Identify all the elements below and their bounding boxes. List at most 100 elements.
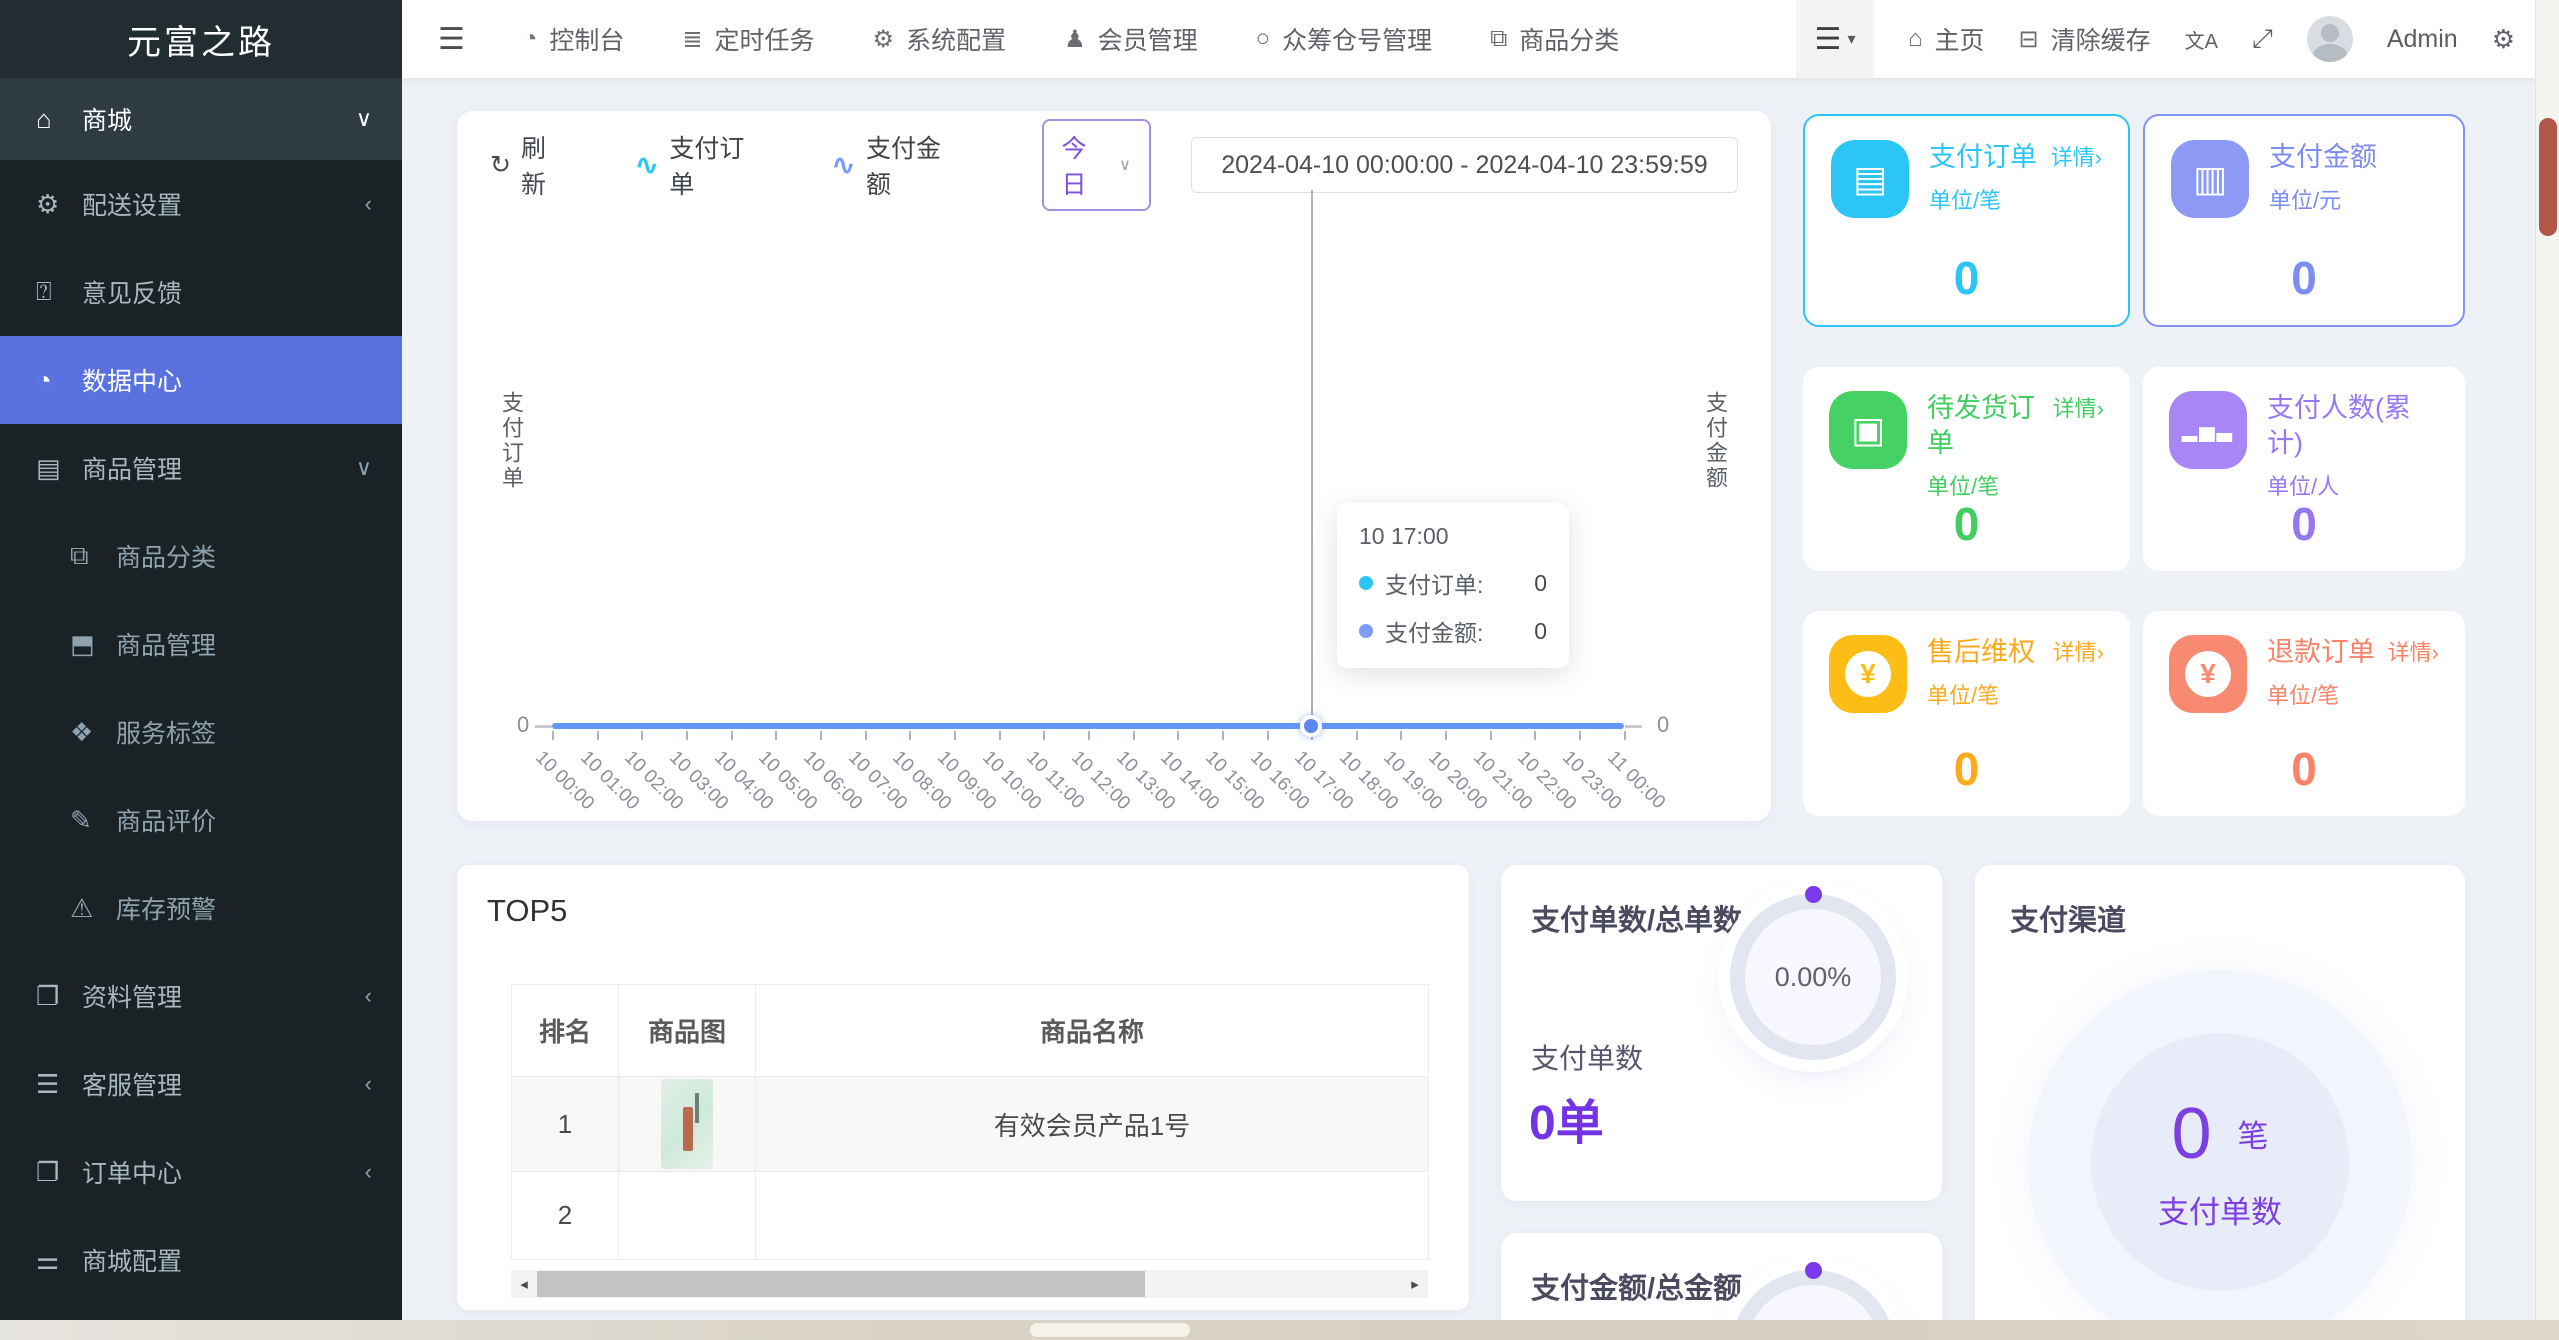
sidebar: 元富之路 ⌂ 商城 ∨ ⚙ 配送设置 ‹ ⍰ 意见反馈 ◔ 数据中心 ▤ 商品管… (0, 0, 402, 1320)
home-icon: ⌂ (1908, 25, 1923, 52)
sidebar-item-icon: ⧉ (70, 540, 89, 570)
user-name[interactable]: Admin (2387, 25, 2458, 54)
date-range-input[interactable]: 2024-04-10 00:00:00 - 2024-04-10 23:59:5… (1190, 137, 1739, 193)
settings-gear-icon[interactable]: ⚙ (2492, 24, 2515, 55)
product-image (661, 1079, 713, 1169)
sidebar-item[interactable]: ☰ 客服管理 ‹ (0, 1040, 402, 1128)
navbar-menu-item[interactable]: ♟ 会员管理 (1064, 21, 1198, 57)
navbar-menu-item[interactable]: ≣ 定时任务 (682, 21, 814, 57)
y-axis-zero-left: 0 (517, 712, 530, 737)
clear-cache-button[interactable]: ⊟ 清除缓存 (2019, 21, 2151, 57)
sidebar-item[interactable]: ⚠ 库存预警 (0, 864, 402, 952)
package-box-icon: ▣ (1829, 391, 1907, 469)
gauge-dot (1805, 886, 1822, 903)
stat-value: 0 (2291, 252, 2317, 304)
refresh-button[interactable]: ↻ 刷新 (490, 129, 568, 201)
menu-item-label: 会员管理 (1097, 27, 1198, 55)
sidebar-item-icon: ⚙ (36, 188, 60, 219)
channel-label: 支付单数 (2158, 1194, 2282, 1230)
sidebar-item[interactable]: ❖ 服务标签 (0, 688, 402, 776)
sidebar-item-icon: ☰ (36, 1068, 60, 1099)
gauge-ring: 0.00% (1723, 886, 1903, 1067)
bar-chart-icon: ▂▅▃ (2169, 391, 2247, 469)
menu-dropdown-button[interactable]: ☰ ▾ (1796, 0, 1875, 78)
sidebar-item[interactable]: ❐ 订单中心 ‹ (0, 1128, 402, 1216)
stat-cards: ▤ 支付订单 详情› 单位/笔 0 ▥ 支付金额 单位/元 0 ▣ 待发货订单 (1803, 114, 2465, 816)
scroll-left-arrow-icon[interactable]: ◂ (511, 1275, 537, 1293)
sidebar-item[interactable]: ▤ 商品管理 ∨ (0, 424, 402, 512)
scroll-right-arrow-icon[interactable]: ▸ (1402, 1275, 1428, 1293)
home-button[interactable]: ⌂ 主页 (1908, 21, 1985, 57)
sidebar-item[interactable]: ⧉ 商品分类 (0, 512, 402, 600)
tooltip-row: 支付订单: 0 (1359, 566, 1547, 600)
horizontal-scrollbar-thumb[interactable] (1030, 1323, 1190, 1337)
wave-icon: ∿ (830, 148, 857, 182)
navbar-menu-item[interactable]: ⚙ 系统配置 (873, 21, 1007, 57)
chart-header: ↻ 刷新 ∿ 支付订单 ∿ 支付金额 今日 ∨ 2024-04-10 00:00… (490, 119, 1739, 211)
navbar-menu-item[interactable]: ◔ 控制台 (523, 21, 625, 57)
channel-value: 0 (2171, 1093, 2212, 1174)
stat-title: 待发货订单 (1927, 393, 2035, 459)
legend-pay-orders[interactable]: ∿ 支付订单 (634, 129, 765, 201)
top5-title: TOP5 (487, 893, 568, 928)
scrollbar-thumb[interactable] (537, 1271, 1145, 1297)
table-row[interactable]: 1 有效会员产品1号 (511, 1076, 1429, 1172)
sidebar-item[interactable]: ⍰ 意见反馈 (0, 248, 402, 336)
stat-card-pay-amount[interactable]: ▥ 支付金额 单位/元 0 (2143, 114, 2465, 327)
detail-link[interactable]: 详情› (2053, 391, 2104, 423)
sidebar-item[interactable]: ◔ 数据中心 (0, 336, 402, 424)
menu-item-icon: ◔ (522, 25, 538, 52)
sidebar-item[interactable]: ⚙ 配送设置 ‹ (0, 160, 402, 248)
sidebar-item-label: 资料管理 (82, 984, 183, 1012)
hamburger-icon[interactable]: ☰ (438, 22, 465, 57)
gauge-title: 支付金额/总金额 (1531, 1273, 1743, 1305)
stat-card-payers[interactable]: ▂▅▃ 支付人数(累计) 单位/人 0 (2143, 367, 2465, 571)
translate-icon[interactable]: 文A (2185, 25, 2218, 54)
navbar-menu-item[interactable]: ○ 众筹仓号管理 (1256, 21, 1433, 57)
wave-icon: ∿ (634, 148, 660, 182)
vertical-scrollbar[interactable] (2535, 0, 2559, 1320)
sidebar-item-label: 商品分类 (116, 544, 217, 572)
gauge-percent: 0.00% (1774, 961, 1852, 992)
sidebar-item-label: 库存预警 (116, 896, 217, 924)
stat-card-pay-orders[interactable]: ▤ 支付订单 详情› 单位/笔 0 (1803, 114, 2130, 327)
table-horizontal-scrollbar[interactable]: ◂ ▸ (511, 1270, 1428, 1298)
avatar[interactable] (2306, 16, 2353, 62)
menu-item-icon: ≣ (682, 25, 703, 53)
sidebar-item-label: 商品评价 (116, 808, 217, 836)
stat-unit: 单位/笔 (1927, 683, 2000, 709)
sidebar-item[interactable]: ⬒ 商品管理 (0, 600, 402, 688)
detail-link[interactable]: 详情› (2051, 140, 2102, 172)
fullscreen-icon[interactable]: ⤢ (2252, 23, 2273, 55)
sidebar-item-icon: ⍰ (36, 276, 52, 306)
sidebar-item[interactable]: ⌂ 商城 ∨ (0, 78, 402, 160)
sidebar-item[interactable]: ✎ 商品评价 (0, 776, 402, 864)
sidebar-item[interactable]: ❐ 资料管理 ‹ (0, 952, 402, 1040)
stat-card-pending-ship[interactable]: ▣ 待发货订单 详情› 单位/笔 0 (1803, 367, 2130, 571)
vertical-scrollbar-thumb[interactable] (2539, 118, 2557, 236)
sidebar-item[interactable]: ⚌ 商城配置 (0, 1216, 402, 1304)
table-row[interactable]: 2 (511, 1171, 1429, 1260)
legend-pay-amount[interactable]: ∿ 支付金额 (831, 129, 962, 201)
trash-icon: ⊟ (2018, 25, 2039, 53)
menu-item-label: 系统配置 (906, 27, 1007, 55)
pay-orders-ratio-card: 支付单数/总单数 0.00% 支付单数 0单 (1501, 865, 1942, 1201)
y-axis-label-left: 支付订单 (499, 391, 524, 491)
navbar-right: ☰ ▾ ⌂ 主页 ⊟ 清除缓存 文A ⤢ Admin ⚙ (1796, 0, 2535, 78)
detail-link[interactable]: 详情› (2053, 635, 2104, 667)
stat-unit: 单位/元 (2269, 188, 2342, 214)
navbar-menu-item[interactable]: ⧉ 商品分类 (1490, 21, 1619, 57)
detail-link[interactable]: 详情› (2388, 635, 2439, 667)
data-point-marker[interactable] (1300, 715, 1322, 737)
top5-card: TOP5 排名 商品图 商品名称 1 有效会员产品1号 2 ◂ ▸ (457, 865, 1469, 1310)
date-range-select[interactable]: 今日 ∨ (1041, 119, 1151, 211)
chevron-icon: ‹ (364, 983, 372, 1008)
menu-item-icon: ⧉ (1490, 25, 1508, 52)
rank-cell: 1 (511, 1076, 619, 1172)
stat-card-refund-orders[interactable]: ¥ 退款订单 详情› 单位/笔 0 (2143, 611, 2465, 816)
horizontal-scrollbar[interactable] (0, 1320, 2559, 1340)
stat-card-after-sales[interactable]: ¥ 售后维权 详情› 单位/笔 0 (1803, 611, 2130, 816)
crosshair-line (1311, 190, 1313, 726)
rank-cell: 2 (511, 1171, 619, 1260)
chevron-icon: ‹ (364, 1071, 372, 1096)
